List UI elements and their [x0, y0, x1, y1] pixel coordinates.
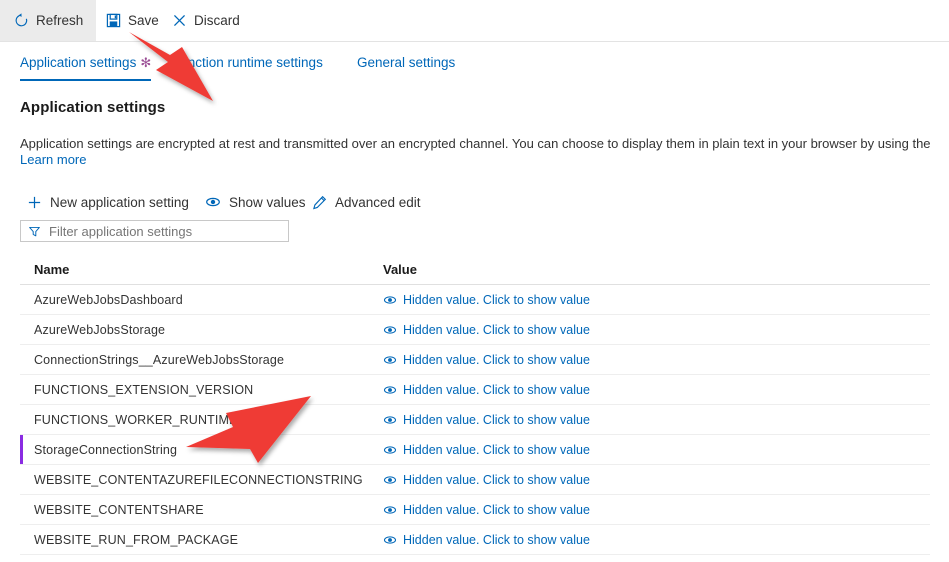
- row-modified-marker: [20, 465, 23, 494]
- refresh-button[interactable]: Refresh: [0, 0, 97, 41]
- application-settings-table: Name Value AzureWebJobsDashboard Hidden …: [20, 262, 930, 555]
- setting-name: StorageConnectionString: [34, 442, 178, 457]
- new-application-setting-label: New application setting: [50, 194, 189, 210]
- table-row[interactable]: WEBSITE_RUN_FROM_PACKAGE Hidden value. C…: [20, 525, 930, 555]
- setting-value-cell[interactable]: Hidden value. Click to show value: [383, 465, 590, 494]
- tab-bar: Application settings ✻ Function runtime s…: [0, 42, 949, 87]
- setting-value-cell[interactable]: Hidden value. Click to show value: [383, 495, 590, 524]
- column-header-value: Value: [383, 262, 417, 277]
- page-description: Application settings are encrypted at re…: [20, 136, 931, 151]
- show-value-link[interactable]: Hidden value. Click to show value: [403, 353, 590, 367]
- show-value-link[interactable]: Hidden value. Click to show value: [403, 533, 590, 547]
- row-modified-marker: [20, 375, 23, 404]
- eye-icon: [383, 533, 397, 547]
- page-title: Application settings: [20, 99, 166, 116]
- row-modified-marker: [20, 495, 23, 524]
- command-bar: Refresh Save Discard: [0, 0, 949, 42]
- show-value-link[interactable]: Hidden value. Click to show value: [403, 413, 590, 427]
- eye-icon: [383, 323, 397, 337]
- setting-name: AzureWebJobsStorage: [34, 322, 166, 337]
- table-row[interactable]: AzureWebJobsDashboard Hidden value. Clic…: [20, 285, 930, 315]
- eye-icon: [383, 413, 397, 427]
- eye-icon: [205, 194, 221, 210]
- table-row-storage-connection-string[interactable]: StorageConnectionString Hidden value. Cl…: [20, 435, 930, 465]
- show-values-button[interactable]: Show values: [205, 190, 306, 214]
- row-modified-marker: [20, 435, 23, 464]
- discard-label: Discard: [194, 13, 240, 28]
- setting-value-cell[interactable]: Hidden value. Click to show value: [383, 375, 590, 404]
- eye-icon: [383, 293, 397, 307]
- refresh-label: Refresh: [36, 13, 84, 28]
- new-application-setting-button[interactable]: New application setting: [26, 190, 189, 214]
- table-row[interactable]: WEBSITE_CONTENTAZUREFILECONNECTIONSTRING…: [20, 465, 930, 495]
- tab-general-settings[interactable]: General settings: [357, 55, 455, 80]
- filter-input[interactable]: [49, 223, 282, 239]
- show-value-link[interactable]: Hidden value. Click to show value: [403, 473, 590, 487]
- learn-more-link[interactable]: Learn more: [20, 152, 86, 167]
- filter-icon: [27, 224, 41, 238]
- unsaved-changes-asterisk: ✻: [140, 55, 152, 70]
- row-modified-marker: [20, 285, 23, 314]
- pencil-icon: [311, 194, 327, 210]
- setting-name: WEBSITE_CONTENTAZUREFILECONNECTIONSTRING: [34, 472, 363, 487]
- eye-icon: [383, 353, 397, 367]
- setting-value-cell[interactable]: Hidden value. Click to show value: [383, 345, 590, 374]
- eye-icon: [383, 443, 397, 457]
- advanced-edit-label: Advanced edit: [335, 194, 421, 210]
- discard-button[interactable]: Discard: [158, 0, 253, 41]
- save-icon: [105, 13, 121, 29]
- advanced-edit-button[interactable]: Advanced edit: [311, 190, 421, 214]
- setting-value-cell[interactable]: Hidden value. Click to show value: [383, 435, 590, 464]
- action-bar: New application setting Show values Adva…: [0, 190, 949, 216]
- table-row[interactable]: FUNCTIONS_WORKER_RUNTIME Hidden value. C…: [20, 405, 930, 435]
- tab-application-settings[interactable]: Application settings ✻: [20, 55, 152, 81]
- tab-general-settings-label: General settings: [357, 55, 456, 70]
- tab-function-runtime-settings[interactable]: Function runtime settings: [172, 55, 323, 80]
- eye-icon: [383, 383, 397, 397]
- row-modified-marker: [20, 405, 23, 434]
- show-value-link[interactable]: Hidden value. Click to show value: [403, 503, 590, 517]
- tab-application-settings-label: Application settings: [20, 55, 137, 70]
- show-values-label: Show values: [229, 194, 306, 210]
- table-row[interactable]: ConnectionStrings__AzureWebJobsStorage H…: [20, 345, 930, 375]
- setting-value-cell[interactable]: Hidden value. Click to show value: [383, 285, 590, 314]
- show-value-link[interactable]: Hidden value. Click to show value: [403, 323, 590, 337]
- setting-value-cell[interactable]: Hidden value. Click to show value: [383, 525, 590, 554]
- table-row[interactable]: AzureWebJobsStorage Hidden value. Click …: [20, 315, 930, 345]
- setting-name: FUNCTIONS_EXTENSION_VERSION: [34, 382, 254, 397]
- show-value-link[interactable]: Hidden value. Click to show value: [403, 293, 590, 307]
- plus-icon: [26, 194, 42, 210]
- row-modified-marker: [20, 345, 23, 374]
- setting-value-cell[interactable]: Hidden value. Click to show value: [383, 405, 590, 434]
- row-modified-marker: [20, 315, 23, 344]
- discard-icon: [171, 13, 187, 29]
- setting-value-cell[interactable]: Hidden value. Click to show value: [383, 315, 590, 344]
- column-header-name: Name: [34, 262, 70, 277]
- save-label: Save: [128, 13, 159, 28]
- table-row[interactable]: FUNCTIONS_EXTENSION_VERSION Hidden value…: [20, 375, 930, 405]
- filter-box[interactable]: [20, 220, 289, 242]
- eye-icon: [383, 473, 397, 487]
- setting-name: WEBSITE_CONTENTSHARE: [34, 502, 204, 517]
- row-modified-marker: [20, 525, 23, 554]
- eye-icon: [383, 503, 397, 517]
- setting-name: WEBSITE_RUN_FROM_PACKAGE: [34, 532, 239, 547]
- setting-name: ConnectionStrings__AzureWebJobsStorage: [34, 352, 285, 367]
- show-value-link[interactable]: Hidden value. Click to show value: [403, 383, 590, 397]
- table-row[interactable]: WEBSITE_CONTENTSHARE Hidden value. Click…: [20, 495, 930, 525]
- show-value-link[interactable]: Hidden value. Click to show value: [403, 443, 590, 457]
- table-header-row: Name Value: [20, 262, 930, 285]
- tab-function-runtime-settings-label: Function runtime settings: [172, 55, 323, 70]
- setting-name: FUNCTIONS_WORKER_RUNTIME: [34, 412, 238, 427]
- refresh-icon: [13, 13, 29, 29]
- setting-name: AzureWebJobsDashboard: [34, 292, 183, 307]
